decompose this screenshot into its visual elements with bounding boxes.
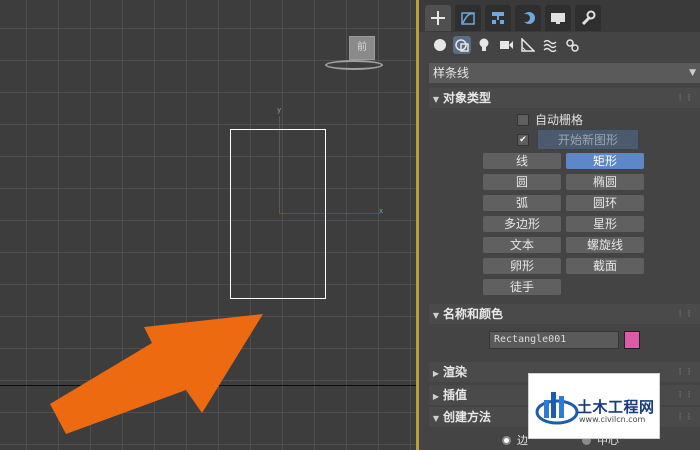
cameras-button[interactable] [497, 36, 515, 54]
rollout-name-color-title: 名称和颜色 [443, 307, 504, 321]
start-new-shape-checkbox-row[interactable]: ✔ [517, 134, 535, 146]
collapse-triangle-icon: ▼ [432, 414, 440, 423]
drag-handle-icon[interactable]: ⋮⋮ [676, 385, 694, 405]
drag-handle-icon[interactable]: ⋮⋮ [676, 88, 694, 108]
systems-button[interactable] [563, 36, 581, 54]
expand-triangle-icon: ▶ [432, 392, 440, 401]
top-viewport[interactable]: 前 y x [0, 0, 416, 450]
object-type-button-1[interactable]: 矩形 [566, 153, 644, 169]
rollout-object-type-title: 对象类型 [443, 91, 492, 105]
display-icon [551, 13, 565, 24]
creation-edge-radio[interactable] [502, 435, 511, 445]
object-type-button-7[interactable]: 星形 [566, 216, 644, 232]
object-type-button-12[interactable]: 徒手 [483, 279, 561, 295]
object-type-button-9[interactable]: 螺旋线 [566, 237, 644, 253]
object-type-button-3[interactable]: 椭圆 [566, 174, 644, 190]
object-name-input[interactable]: Rectangle001 [489, 331, 619, 349]
object-category-icons [419, 34, 700, 58]
systems-icon [566, 39, 579, 52]
helpers-icon [521, 38, 535, 52]
spacewarps-button[interactable] [541, 36, 559, 54]
tab-utilities[interactable] [575, 5, 601, 31]
logo-emblem-icon [535, 392, 579, 425]
tab-display[interactable] [545, 5, 571, 31]
shape-category-dropdown[interactable]: 样条线 ▼ [429, 63, 700, 83]
spacewarps-icon [543, 39, 557, 52]
autogrid-checkbox[interactable] [517, 113, 529, 126]
creation-edge-label: 边 [517, 434, 528, 447]
geometry-button[interactable] [431, 36, 449, 54]
modify-icon [461, 12, 475, 25]
create-icon [431, 11, 445, 25]
tab-create[interactable] [425, 5, 451, 31]
watermark-title: 土木工程网 [577, 398, 655, 416]
rollout-creation-method-title: 创建方法 [443, 410, 492, 424]
creation-edge-radio-row[interactable]: 边 [502, 432, 528, 448]
rollout-interpolation-title: 插值 [443, 388, 468, 402]
autogrid-label: 自动栅格 [535, 113, 584, 127]
command-panel-tabs [419, 0, 700, 32]
hierarchy-icon [492, 12, 504, 24]
rollout-rendering-title: 渲染 [443, 365, 468, 379]
lights-icon [479, 38, 489, 51]
object-type-button-0[interactable]: 线 [483, 153, 561, 169]
motion-icon [522, 12, 535, 24]
object-type-button-4[interactable]: 弧 [483, 195, 561, 211]
tab-motion[interactable] [515, 5, 541, 31]
object-color-swatch[interactable] [624, 331, 640, 349]
geometry-icon [434, 39, 446, 51]
chevron-down-icon: ▼ [689, 68, 696, 78]
utilities-icon [581, 10, 596, 26]
shapes-button[interactable] [453, 36, 471, 54]
tab-hierarchy[interactable] [485, 5, 511, 31]
object-type-button-5[interactable]: 圆环 [566, 195, 644, 211]
tab-modify[interactable] [455, 5, 481, 31]
object-type-button-2[interactable]: 圆 [483, 174, 561, 190]
start-new-shape-button[interactable]: 开始新图形 [537, 129, 639, 150]
drag-handle-icon[interactable]: ⋮⋮ [676, 407, 694, 427]
lights-button[interactable] [475, 36, 493, 54]
watermark-logo: 土木工程网 www.civilcn.com [528, 373, 660, 439]
collapse-triangle-icon: ▼ [432, 311, 440, 320]
rollout-object-type-header[interactable]: ▼ 对象类型 ⋮⋮ [429, 88, 700, 108]
object-type-button-10[interactable]: 卵形 [483, 258, 561, 274]
helpers-button[interactable] [519, 36, 537, 54]
collapse-triangle-icon: ▼ [432, 95, 440, 104]
autogrid-checkbox-row[interactable]: 自动栅格 [517, 111, 583, 128]
drag-handle-icon[interactable]: ⋮⋮ [676, 304, 694, 324]
watermark-url: www.civilcn.com [579, 415, 646, 424]
object-type-button-6[interactable]: 多边形 [483, 216, 561, 232]
drag-handle-icon[interactable]: ⋮⋮ [676, 362, 694, 382]
shapes-icon [455, 39, 469, 52]
cameras-icon [500, 41, 513, 49]
start-new-shape-checkbox[interactable]: ✔ [517, 134, 529, 146]
annotation-arrow [50, 314, 263, 434]
shape-category-value: 样条线 [433, 66, 470, 80]
rollout-name-color-header[interactable]: ▼ 名称和颜色 ⋮⋮ [429, 304, 700, 324]
object-type-button-8[interactable]: 文本 [483, 237, 561, 253]
object-type-button-11[interactable]: 截面 [566, 258, 644, 274]
expand-triangle-icon: ▶ [432, 369, 440, 378]
